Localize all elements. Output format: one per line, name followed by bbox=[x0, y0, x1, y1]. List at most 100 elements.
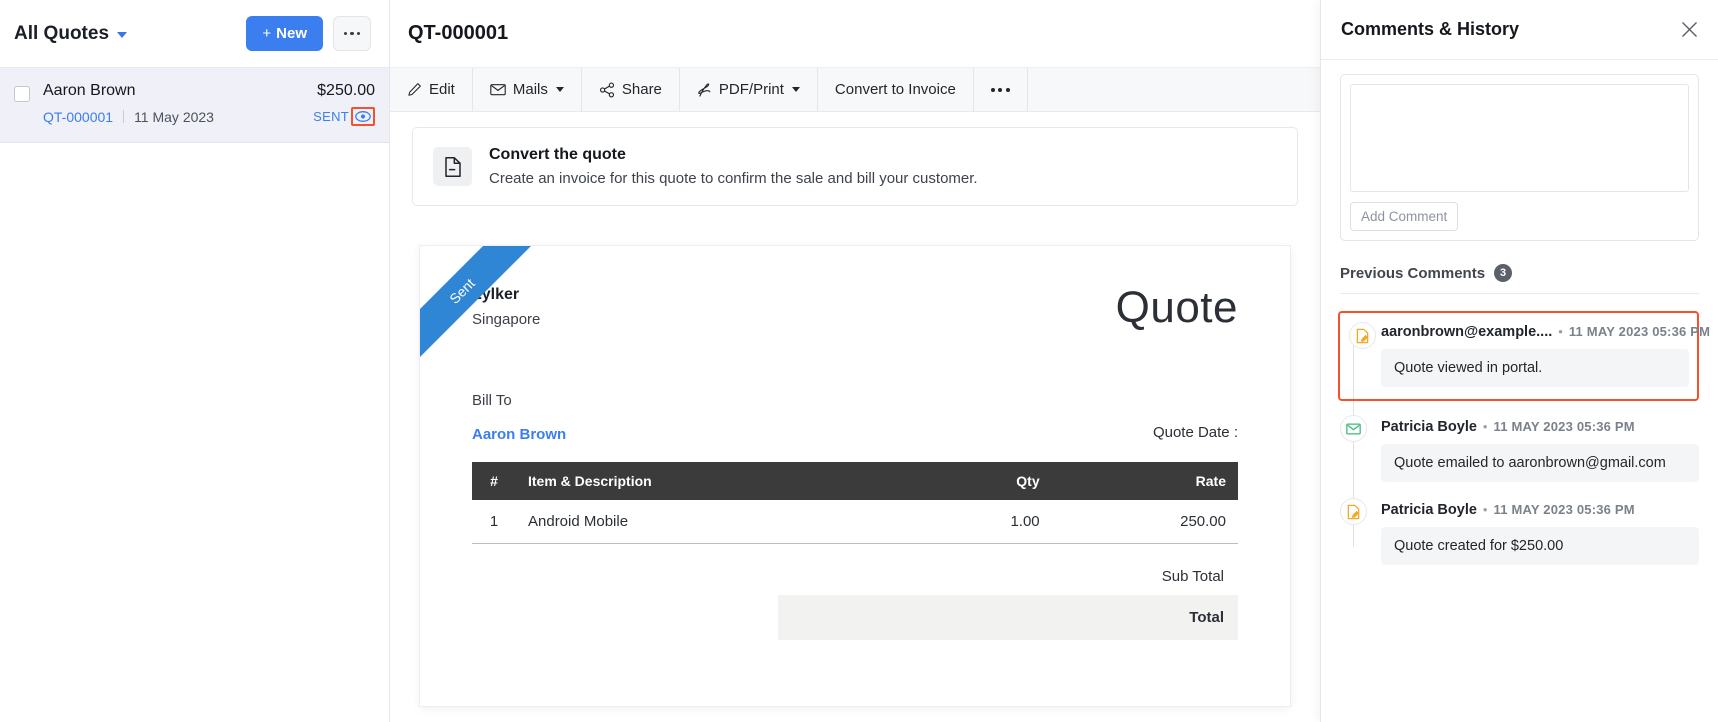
sidebar-more-button[interactable] bbox=[333, 16, 371, 51]
comment-type-icon-wrap bbox=[1340, 415, 1367, 442]
quote-document: Sent Zylker Singapore Quote Bill To Aaro… bbox=[420, 246, 1290, 706]
comment-author: Patricia Boyle bbox=[1381, 502, 1477, 518]
comment-separator: • bbox=[1483, 502, 1488, 517]
bill-to-name[interactable]: Aaron Brown bbox=[472, 426, 566, 443]
quote-amount: $250.00 bbox=[317, 82, 375, 100]
toolbar-share-button[interactable]: Share bbox=[582, 68, 680, 111]
view-selector-label: All Quotes bbox=[14, 23, 109, 45]
view-selector[interactable]: All Quotes bbox=[14, 23, 127, 45]
envelope-icon bbox=[1346, 423, 1361, 435]
column-item: Item & Description bbox=[516, 462, 910, 500]
banner-title: Convert the quote bbox=[489, 146, 978, 164]
detail-header: QT-000001 bbox=[390, 0, 1320, 68]
comment-input[interactable] bbox=[1350, 84, 1689, 192]
banner-icon-wrap bbox=[433, 147, 472, 186]
line-items-body: 1 Android Mobile 1.00 250.00 bbox=[472, 500, 1238, 544]
line-items-table: # Item & Description Qty Rate 1 Android … bbox=[472, 462, 1238, 544]
toolbar-more-button[interactable] bbox=[974, 68, 1028, 111]
column-rate: Rate bbox=[1052, 462, 1238, 500]
chevron-down-icon bbox=[792, 87, 800, 92]
toolbar-pdf-print-button[interactable]: PDF/Print bbox=[680, 68, 818, 111]
bill-to-row: Bill To Aaron Brown Quote Date : bbox=[472, 392, 1238, 443]
new-quote-button[interactable]: + New bbox=[246, 16, 323, 51]
cell-rate: 250.00 bbox=[1052, 500, 1238, 544]
quote-number-link[interactable]: QT-000001 bbox=[43, 109, 113, 125]
comment-text: Quote created for $250.00 bbox=[1381, 527, 1699, 565]
comment-timestamp: 11 MAY 2023 05:36 PM bbox=[1493, 419, 1634, 434]
comment-type-icon-wrap bbox=[1340, 498, 1367, 525]
close-icon bbox=[1681, 21, 1698, 38]
toolbar-edit-label: Edit bbox=[429, 81, 455, 98]
previous-comments-header: Previous Comments 3 bbox=[1340, 264, 1699, 294]
comment-timestamp: 11 MAY 2023 05:36 PM bbox=[1569, 324, 1710, 339]
detail-toolbar: Edit Mails Share bbox=[390, 68, 1320, 112]
bill-to-label: Bill To bbox=[472, 392, 566, 409]
bill-to-block: Bill To Aaron Brown bbox=[472, 392, 566, 443]
pdf-icon bbox=[697, 82, 712, 98]
comment-text: Quote viewed in portal. bbox=[1381, 349, 1689, 387]
table-row: 1 Android Mobile 1.00 250.00 bbox=[472, 500, 1238, 544]
comment-type-icon-wrap bbox=[1349, 322, 1376, 349]
ellipsis-icon bbox=[344, 32, 361, 36]
toolbar-mails-button[interactable]: Mails bbox=[473, 68, 582, 111]
comment-author: Patricia Boyle bbox=[1381, 419, 1477, 435]
previous-comments-count: 3 bbox=[1494, 264, 1512, 282]
column-qty: Qty bbox=[910, 462, 1052, 500]
comment-author: aaronbrown@example.... bbox=[1381, 324, 1552, 340]
document-edit-icon bbox=[1355, 328, 1370, 344]
toolbar-mails-label: Mails bbox=[513, 81, 548, 98]
chevron-down-icon bbox=[556, 87, 564, 92]
new-quote-label: New bbox=[276, 25, 307, 42]
row-checkbox[interactable] bbox=[14, 86, 30, 102]
table-header-row: # Item & Description Qty Rate bbox=[472, 462, 1238, 500]
comment-meta: Patricia Boyle • 11 MAY 2023 05:36 PM bbox=[1381, 415, 1699, 435]
comment-separator: • bbox=[1483, 419, 1488, 434]
sidebar-header: All Quotes + New bbox=[0, 0, 389, 68]
comment-timestamp: 11 MAY 2023 05:36 PM bbox=[1493, 502, 1634, 517]
panel-header: Comments & History bbox=[1321, 0, 1718, 60]
line-items-head: # Item & Description Qty Rate bbox=[472, 462, 1238, 500]
list-item[interactable]: Aaron Brown $250.00 QT-000001 11 May 202… bbox=[0, 68, 389, 143]
subtotal-label: Sub Total bbox=[1162, 568, 1224, 585]
totals-block: Sub Total Total bbox=[472, 558, 1238, 640]
divider bbox=[123, 110, 124, 123]
app-root: All Quotes + New Aaron Brown $250.00 bbox=[0, 0, 1718, 722]
total-label: Total bbox=[1189, 609, 1224, 626]
comment-meta: Patricia Boyle • 11 MAY 2023 05:36 PM bbox=[1381, 498, 1699, 518]
list-item[interactable]: Patricia Boyle • 11 MAY 2023 05:36 PM Qu… bbox=[1340, 415, 1699, 482]
banner-subtitle: Create an invoice for this quote to conf… bbox=[489, 170, 978, 187]
toolbar-edit-button[interactable]: Edit bbox=[390, 68, 473, 111]
total-row: Total bbox=[778, 595, 1238, 640]
toolbar-spacer bbox=[1028, 68, 1320, 111]
sidebar-header-actions: + New bbox=[246, 16, 371, 51]
page-title: QT-000001 bbox=[408, 22, 508, 45]
panel-close-button[interactable] bbox=[1681, 21, 1698, 38]
viewed-indicator-highlight[interactable] bbox=[351, 107, 375, 126]
panel-title: Comments & History bbox=[1341, 19, 1519, 40]
comment-text: Quote emailed to aaronbrown@gmail.com bbox=[1381, 444, 1699, 482]
plus-icon: + bbox=[262, 25, 271, 42]
toolbar-convert-label: Convert to Invoice bbox=[835, 81, 956, 98]
comment-meta: aaronbrown@example.... • 11 MAY 2023 05:… bbox=[1381, 320, 1689, 340]
document-heading: Quote bbox=[1116, 286, 1238, 330]
toolbar-convert-to-invoice-button[interactable]: Convert to Invoice bbox=[818, 68, 974, 111]
list-item-primary: Aaron Brown $250.00 bbox=[43, 82, 375, 100]
pencil-icon bbox=[407, 82, 422, 97]
comments-history-panel: Comments & History Add Comment Previous … bbox=[1320, 0, 1718, 722]
comment-separator: • bbox=[1558, 324, 1563, 339]
status-group: SENT bbox=[313, 107, 375, 126]
cell-item: Android Mobile bbox=[516, 500, 910, 544]
share-nodes-icon bbox=[599, 82, 615, 98]
add-comment-button[interactable]: Add Comment bbox=[1350, 202, 1458, 231]
status-badge: SENT bbox=[313, 109, 349, 124]
toolbar-share-label: Share bbox=[622, 81, 662, 98]
banner-text: Convert the quote Create an invoice for … bbox=[489, 146, 978, 187]
list-item[interactable]: aaronbrown@example.... • 11 MAY 2023 05:… bbox=[1338, 311, 1699, 401]
document-edit-icon bbox=[1346, 504, 1361, 520]
envelope-icon bbox=[490, 83, 506, 96]
eye-icon bbox=[355, 110, 371, 123]
quote-detail-pane: QT-000001 Edit Mails bbox=[390, 0, 1320, 722]
quote-date-label: Quote Date : bbox=[1153, 424, 1238, 443]
list-item[interactable]: Patricia Boyle • 11 MAY 2023 05:36 PM Qu… bbox=[1340, 498, 1699, 565]
convert-quote-banner[interactable]: Convert the quote Create an invoice for … bbox=[412, 127, 1298, 206]
